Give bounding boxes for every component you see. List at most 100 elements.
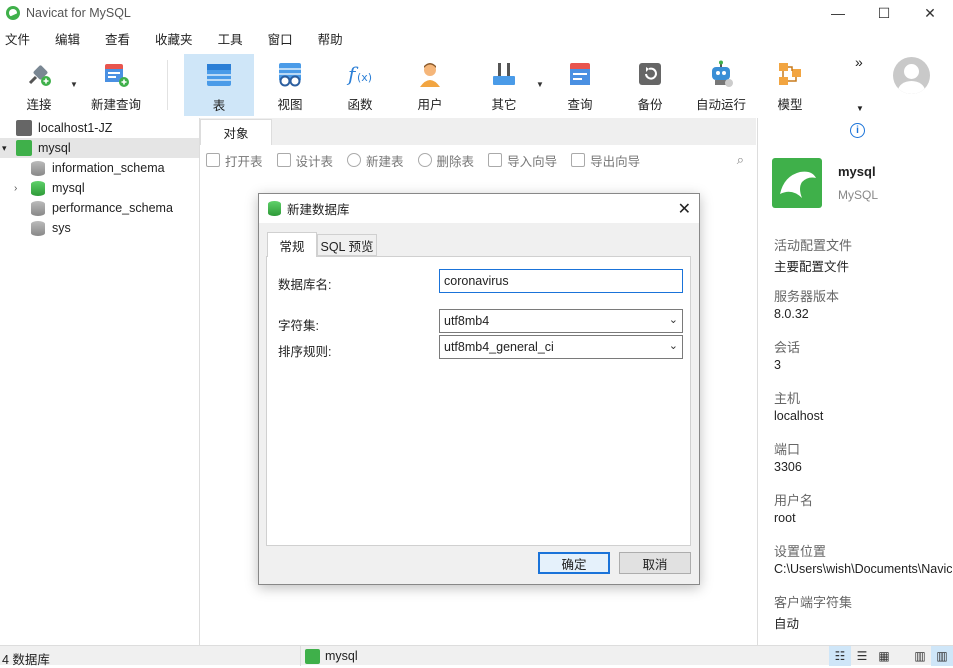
export-wizard-button[interactable]: 导出向导 — [571, 151, 640, 170]
database-icon — [31, 160, 45, 176]
view-button[interactable]: 视图 — [262, 54, 318, 116]
prop-value: 主要配置文件 — [774, 260, 850, 274]
status-bar: 4 数据库 mysql ☷ ☰ ▦ ▥ ▥ — [0, 645, 953, 667]
user-icon — [416, 60, 444, 88]
tree-item-label: sys — [52, 221, 71, 235]
list-view-icon: ☷ — [834, 649, 846, 663]
menu-tools[interactable]: 工具 — [213, 30, 255, 50]
model-icon — [776, 60, 804, 88]
plus-circle-icon — [347, 153, 362, 167]
prop-label: 活动配置文件 — [774, 238, 853, 253]
general-tab-panel: 数据库名: coronavirus 字符集: utf8mb4 ⌄ 排序规则: u… — [266, 256, 691, 546]
toggle-left-pane-button[interactable]: ▥ — [909, 646, 931, 666]
cancel-button[interactable]: 取消 — [619, 552, 691, 574]
connection-type: MySQL — [838, 188, 879, 202]
info-icon[interactable]: i — [850, 123, 865, 138]
prop-label: 会话 — [774, 340, 801, 355]
minimize-button[interactable]: — — [815, 0, 861, 26]
auto-run-label: 自动运行 — [695, 98, 746, 112]
table-button[interactable]: 表 — [184, 54, 254, 116]
list-view-button[interactable]: ☷ — [829, 646, 851, 666]
delete-table-label: 删除表 — [436, 154, 475, 169]
navicat-window: Navicat for MySQL — ☐ ✕ 文件 编辑 查看 收藏夹 工具 … — [0, 0, 953, 667]
tree-item-connection[interactable]: localhost1-JZ — [0, 118, 199, 138]
main-toolbar: 连接 ▼ 新建查询 表 视图 f (x) 函数 用户 其它 ▼ 查询 备份 自动… — [0, 54, 953, 118]
user-avatar[interactable] — [893, 57, 930, 94]
tree-item-database[interactable]: sys — [0, 218, 199, 238]
chevron-down-icon: ⌄ — [668, 314, 678, 326]
tree-item-mysql-connection[interactable]: ▾ mysql — [0, 138, 199, 158]
model-button[interactable]: 模型 — [762, 54, 818, 116]
backup-button[interactable]: 备份 — [622, 54, 678, 116]
other-button[interactable]: 其它 ▼ — [476, 54, 544, 116]
close-window-button[interactable]: ✕ — [907, 0, 953, 26]
auto-run-button[interactable]: 自动运行 — [690, 54, 752, 116]
search-icon[interactable]: ⌕ — [737, 152, 744, 168]
connect-label: 连接 — [26, 98, 52, 112]
tree-item-database[interactable]: › mysql — [0, 178, 199, 198]
new-query-button[interactable]: 新建查询 — [88, 54, 144, 116]
menu-window[interactable]: 窗口 — [263, 30, 305, 50]
prop-label: 服务器版本 — [774, 289, 840, 304]
query-button[interactable]: 查询 — [552, 54, 608, 116]
view-icon — [276, 60, 304, 88]
tree-item-label: performance_schema — [52, 201, 173, 215]
info-pane: i mysql MySQL 活动配置文件 主要配置文件 服务器版本 8.0.32… — [757, 118, 953, 645]
toolbar-overflow-button[interactable]: » — [855, 54, 863, 70]
import-wizard-button[interactable]: 导入向导 — [488, 151, 557, 170]
new-database-dialog: 新建数据库 ✕ 常规 SQL 预览 数据库名: coronavirus 字符集:… — [258, 193, 700, 585]
prop-value: localhost — [774, 409, 824, 423]
backup-icon — [636, 60, 664, 88]
object-tab-bar: 对象 — [200, 118, 756, 145]
new-table-button[interactable]: 新建表 — [347, 151, 404, 170]
mysql-connection-icon — [16, 140, 32, 156]
tree-item-label: localhost1-JZ — [38, 121, 113, 135]
other-dropdown-icon[interactable]: ▼ — [536, 80, 544, 89]
connection-tree: localhost1-JZ ▾ mysql information_schema… — [0, 118, 200, 645]
user-button[interactable]: 用户 — [402, 54, 458, 116]
menu-edit[interactable]: 编辑 — [50, 30, 92, 50]
menu-help[interactable]: 帮助 — [313, 30, 355, 50]
menu-favorites[interactable]: 收藏夹 — [150, 30, 205, 50]
open-table-button[interactable]: 打开表 — [206, 151, 263, 170]
tools-icon — [490, 60, 518, 88]
tree-item-database[interactable]: performance_schema — [0, 198, 199, 218]
ok-button[interactable]: 确定 — [538, 552, 610, 574]
table-icon — [205, 61, 233, 89]
maximize-button[interactable]: ☐ — [861, 0, 907, 26]
collation-value: utf8mb4_general_ci — [444, 340, 554, 354]
tab-objects[interactable]: 对象 — [200, 119, 272, 145]
tree-item-label: information_schema — [52, 161, 165, 175]
dialog-close-button[interactable]: ✕ — [678, 199, 691, 219]
design-table-button[interactable]: 设计表 — [276, 151, 333, 170]
tab-sql-preview[interactable]: SQL 预览 — [317, 234, 377, 256]
mysql-connection-icon — [305, 648, 320, 664]
detail-view-button[interactable]: ☰ — [851, 646, 873, 666]
export-wizard-label: 导出向导 — [590, 154, 641, 169]
view-label: 视图 — [277, 98, 303, 112]
database-icon — [268, 201, 281, 216]
prop-value: C:\Users\wish\Documents\Navicat — [774, 562, 952, 576]
function-icon: f (x) — [346, 60, 374, 88]
toolbar-overflow-dropdown-icon[interactable]: ▼ — [856, 104, 864, 113]
delete-table-button[interactable]: 删除表 — [417, 151, 475, 170]
toggle-right-pane-button[interactable]: ▥ — [931, 646, 953, 666]
collapse-arrow-icon[interactable]: ▾ — [2, 143, 14, 154]
import-icon — [488, 153, 503, 167]
charset-select[interactable]: utf8mb4 ⌄ — [439, 309, 683, 333]
function-button[interactable]: f (x) 函数 — [332, 54, 388, 116]
export-icon — [571, 153, 586, 167]
expand-arrow-icon[interactable]: › — [14, 183, 29, 194]
prop-label: 设置位置 — [774, 544, 827, 559]
tab-general[interactable]: 常规 — [267, 232, 317, 257]
connect-dropdown-icon[interactable]: ▼ — [70, 80, 78, 89]
tree-item-database[interactable]: information_schema — [0, 158, 199, 178]
menu-view[interactable]: 查看 — [100, 30, 142, 50]
detail-view-icon: ☰ — [856, 649, 868, 663]
menu-file[interactable]: 文件 — [0, 30, 42, 50]
grid-view-button[interactable]: ▦ — [873, 646, 895, 666]
robot-icon — [707, 60, 735, 88]
database-name-input[interactable]: coronavirus — [439, 269, 683, 293]
collation-select[interactable]: utf8mb4_general_ci ⌄ — [439, 335, 683, 359]
connect-button[interactable]: 连接 ▼ — [14, 54, 78, 116]
